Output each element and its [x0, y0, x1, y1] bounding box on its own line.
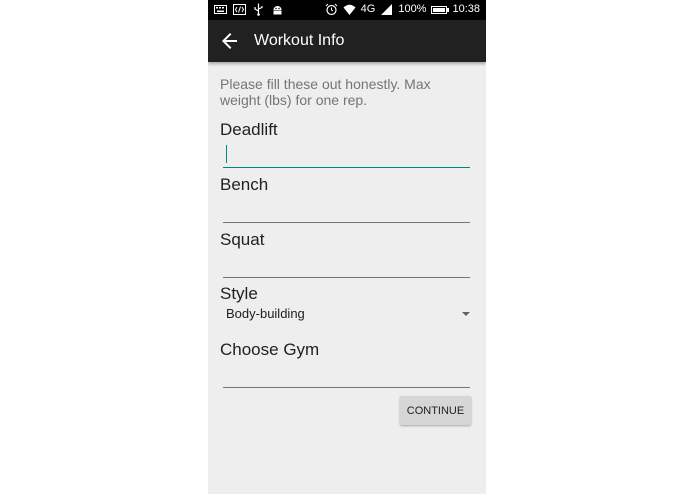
app-toolbar: Workout Info — [208, 20, 486, 62]
style-dropdown[interactable]: Body-building — [220, 302, 472, 324]
phone-screen: 4G 100% 10:38 Workout Info Please fill t… — [208, 0, 486, 494]
dropdown-arrow-icon — [462, 312, 470, 316]
keyboard-icon — [214, 5, 227, 14]
instructions-text: Please fill these out honestly. Max weig… — [220, 76, 431, 108]
style-label: Style — [220, 284, 258, 303]
choose-gym-label: Choose Gym — [220, 340, 320, 359]
alarm-icon — [325, 3, 337, 16]
squat-label: Squat — [220, 230, 265, 249]
status-right-icons: 4G 100% 10:38 — [325, 3, 480, 16]
android-debug-icon — [273, 6, 282, 15]
signal-icon — [381, 4, 393, 15]
continue-button[interactable]: CONTINUE — [400, 396, 471, 425]
code-icon — [233, 4, 246, 15]
text-cursor — [226, 145, 227, 163]
deadlift-label: Deadlift — [220, 120, 278, 139]
style-selected-value: Body-building — [226, 306, 305, 321]
status-bar: 4G 100% 10:38 — [208, 0, 486, 20]
status-left-icons — [214, 3, 284, 16]
usb-icon — [254, 3, 263, 16]
battery-percent: 100% — [398, 3, 427, 15]
back-arrow-icon[interactable] — [218, 29, 242, 53]
deadlift-input[interactable] — [223, 142, 470, 168]
squat-input[interactable] — [223, 252, 470, 278]
page-title: Workout Info — [254, 32, 345, 49]
battery-icon — [431, 5, 450, 14]
bench-label: Bench — [220, 175, 269, 194]
wifi-icon — [343, 4, 356, 15]
clock: 10:38 — [452, 3, 480, 15]
bench-input[interactable] — [223, 197, 470, 223]
network-type-label: 4G — [360, 3, 376, 15]
gym-input[interactable] — [223, 362, 470, 388]
